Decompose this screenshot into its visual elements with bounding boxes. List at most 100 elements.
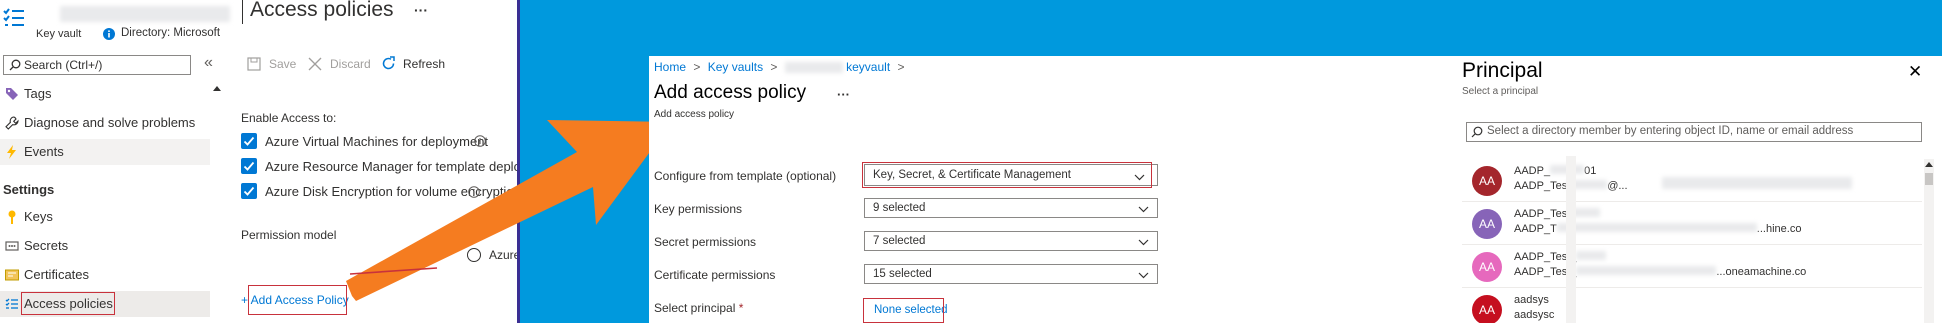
checkbox-disk-encryption[interactable] bbox=[241, 183, 257, 199]
avatar: AA bbox=[1472, 209, 1502, 239]
scroll-up-arrow[interactable] bbox=[213, 86, 221, 91]
option-label: Azure Virtual Machines for deployment bbox=[265, 134, 489, 149]
principal-name: aadsys bbox=[1514, 294, 1549, 306]
breadcrumb: Home > Key vaults > keyvault > bbox=[654, 60, 909, 74]
permission-model-label: Permission model bbox=[241, 228, 337, 242]
breadcrumb-key-vaults[interactable]: Key vaults bbox=[708, 60, 763, 74]
page-subtitle: Add access policy bbox=[654, 109, 735, 120]
secret-permissions-value: 7 selected bbox=[873, 235, 926, 247]
scroll-thumb[interactable] bbox=[1925, 173, 1933, 185]
checkbox-arm-deployment[interactable] bbox=[241, 158, 257, 174]
nav-item-label: Events bbox=[24, 144, 64, 159]
nav-item-label: Secrets bbox=[24, 238, 69, 253]
access-policies-icon bbox=[2, 6, 26, 30]
add-access-policy-blade: Home > Key vaults > keyvault > Add acces… bbox=[649, 56, 1444, 323]
certificate-permissions-label: Certificate permissions bbox=[654, 268, 776, 282]
select-principal-text: Select principal bbox=[654, 301, 736, 315]
nav-item-certificates[interactable]: Certificates bbox=[0, 262, 210, 288]
scroll-up-arrow[interactable] bbox=[1925, 162, 1933, 167]
tag-icon bbox=[5, 87, 19, 101]
redaction-stripe bbox=[1566, 156, 1576, 323]
principal-list-item[interactable]: AA AADP_Test_ AADP_Test_ ...oneamachine.c… bbox=[1462, 245, 1922, 288]
search-icon bbox=[1471, 126, 1483, 138]
certificate-permissions-value: 15 selected bbox=[873, 268, 932, 280]
redacted-vault-prefix bbox=[784, 62, 843, 74]
avatar: AA bbox=[1472, 295, 1502, 323]
discard-label: Discard bbox=[330, 57, 371, 71]
checkbox-vm-deployment[interactable] bbox=[241, 133, 257, 149]
info-outline-icon[interactable] bbox=[468, 186, 480, 198]
more-options-button[interactable]: ··· bbox=[414, 2, 428, 18]
wrench-icon bbox=[5, 116, 19, 130]
nav-item-label: Tags bbox=[24, 86, 52, 101]
permission-model-option: Azure bbox=[489, 248, 520, 262]
principal-list-item[interactable]: AA AADP_ 01 AADP_Tes @... bbox=[1462, 159, 1922, 202]
highlight-select-principal bbox=[863, 298, 944, 323]
breadcrumb-separator: > bbox=[897, 60, 905, 74]
principal-list-item[interactable]: AA aadsys aadsysc bbox=[1462, 288, 1922, 323]
enable-access-heading: Enable Access to: bbox=[241, 111, 337, 125]
secret-icon bbox=[5, 239, 19, 253]
principal-name: AADP_ 01 bbox=[1514, 165, 1597, 177]
key-icon bbox=[5, 210, 19, 224]
nav-item-label: Certificates bbox=[24, 267, 90, 282]
highlight-template-select bbox=[862, 162, 1152, 188]
chevron-down-icon bbox=[1138, 269, 1149, 280]
chevron-down-icon bbox=[1138, 236, 1149, 247]
highlight-add-access-policy bbox=[248, 285, 347, 315]
save-icon bbox=[247, 57, 261, 71]
refresh-label: Refresh bbox=[403, 57, 446, 71]
collapse-menu-button[interactable]: « bbox=[204, 54, 213, 72]
refresh-icon bbox=[381, 56, 396, 71]
chevron-down-icon bbox=[1138, 203, 1149, 214]
principal-name: AADP_Test bbox=[1514, 208, 1601, 220]
redacted-vault-name bbox=[60, 6, 230, 22]
principal-search-input[interactable]: Select a directory member by entering ob… bbox=[1466, 122, 1922, 142]
certificate-permissions-select[interactable]: 15 selected bbox=[864, 264, 1158, 284]
breadcrumb-separator: > bbox=[770, 60, 778, 74]
required-asterisk: * bbox=[738, 301, 744, 315]
info-outline-icon[interactable] bbox=[474, 135, 486, 147]
key-permissions-label: Key permissions bbox=[654, 202, 743, 216]
principal-list-item[interactable]: AA AADP_Test AADP_T ...hine.co bbox=[1462, 202, 1922, 245]
nav-item-keys[interactable]: Keys bbox=[0, 204, 210, 230]
avatar: AA bbox=[1472, 166, 1502, 196]
breadcrumb-home[interactable]: Home bbox=[654, 60, 686, 74]
principal-search-placeholder: Select a directory member by entering ob… bbox=[1487, 125, 1854, 137]
panel-subtitle: Select a principal bbox=[1462, 86, 1539, 97]
nav-item-events[interactable]: Events bbox=[0, 139, 210, 165]
principal-email: AADP_Test_ ...oneamachine.co bbox=[1514, 266, 1807, 278]
more-options-button[interactable]: ··· bbox=[837, 87, 850, 102]
access-policies-icon bbox=[5, 297, 19, 311]
principal-email: AADP_T ...hine.co bbox=[1514, 223, 1802, 235]
avatar: AA bbox=[1472, 252, 1502, 282]
search-icon bbox=[9, 59, 21, 71]
select-principal-label: Select principal * bbox=[654, 301, 743, 315]
breadcrumb-separator: > bbox=[693, 60, 701, 74]
breadcrumb-vault[interactable]: keyvault bbox=[846, 60, 890, 74]
redacted-detail bbox=[1662, 177, 1852, 189]
nav-scrollbar[interactable] bbox=[211, 84, 221, 323]
title-divider bbox=[242, 0, 243, 24]
access-policies-blade: Key vault Directory: Microsoft Access po… bbox=[0, 0, 520, 323]
secret-permissions-select[interactable]: 7 selected bbox=[864, 231, 1158, 251]
list-scrollbar[interactable] bbox=[1924, 159, 1934, 323]
nav-section-settings: Settings bbox=[3, 182, 55, 197]
lightning-icon bbox=[5, 145, 19, 159]
info-icon bbox=[103, 28, 115, 40]
secret-permissions-label: Secret permissions bbox=[654, 235, 757, 249]
option-label: Azure Resource Manager for template depl… bbox=[265, 159, 520, 174]
nav-item-label: Diagnose and solve problems bbox=[24, 115, 196, 130]
close-icon[interactable]: ✕ bbox=[1908, 62, 1922, 82]
key-permissions-select[interactable]: 9 selected bbox=[864, 198, 1158, 218]
nav-item-tags[interactable]: Tags bbox=[0, 81, 210, 107]
search-input[interactable]: Search (Ctrl+/) bbox=[3, 55, 191, 75]
nav-item-diagnose[interactable]: Diagnose and solve problems bbox=[0, 110, 210, 136]
certificate-icon bbox=[5, 268, 19, 282]
save-label: Save bbox=[269, 57, 297, 71]
nav-item-label: Keys bbox=[24, 209, 53, 224]
highlight-access-policies bbox=[21, 292, 115, 315]
permission-model-radio[interactable] bbox=[467, 248, 481, 262]
principal-panel: Principal Select a principal ✕ Select a … bbox=[1444, 56, 1942, 323]
nav-item-secrets[interactable]: Secrets bbox=[0, 233, 210, 259]
